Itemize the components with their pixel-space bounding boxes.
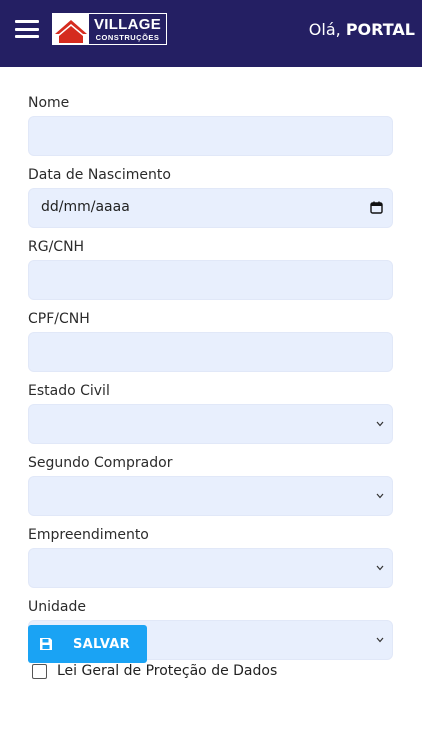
segundo-comprador-label: Segundo Comprador xyxy=(28,455,173,471)
save-button[interactable]: SALVAR xyxy=(28,625,147,663)
lgpd-label[interactable]: Lei Geral de Proteção de Dados xyxy=(57,663,277,679)
floppy-disk-icon xyxy=(40,638,52,650)
logo-title: VILLAGE xyxy=(93,15,162,33)
rg-input[interactable] xyxy=(28,260,393,300)
lgpd-checkbox[interactable] xyxy=(32,663,47,679)
nome-label: Nome xyxy=(28,95,70,111)
estado-civil-label: Estado Civil xyxy=(28,383,110,399)
chevron-down-icon xyxy=(376,637,384,643)
lgpd-row: Lei Geral de Proteção de Dados xyxy=(28,663,393,679)
logo-text: VILLAGE CONSTRUÇÕES xyxy=(89,14,166,44)
nome-input[interactable] xyxy=(28,116,393,156)
chevron-down-icon xyxy=(376,421,384,427)
buyer-form: Nome Data de Nascimento dd/mm/aaaa RG/CN… xyxy=(28,95,393,679)
data-nascimento-label: Data de Nascimento xyxy=(28,167,171,183)
logo-subtitle: CONSTRUÇÕES xyxy=(95,32,160,42)
cpf-label: CPF/CNH xyxy=(28,311,90,327)
chevron-down-icon xyxy=(376,493,384,499)
app-header: VILLAGE CONSTRUÇÕES Olá, PORTAL xyxy=(0,0,422,67)
calendar-icon[interactable] xyxy=(370,201,383,214)
estado-civil-select[interactable] xyxy=(28,404,393,444)
rg-label: RG/CNH xyxy=(28,239,85,255)
chevron-down-icon xyxy=(376,565,384,571)
empreendimento-label: Empreendimento xyxy=(28,527,149,543)
logo-house-icon xyxy=(53,14,89,44)
segundo-comprador-select[interactable] xyxy=(28,476,393,516)
hamburger-menu-icon[interactable] xyxy=(15,20,39,38)
unidade-label: Unidade xyxy=(28,599,86,615)
greeting-name: PORTAL xyxy=(345,20,415,39)
cpf-input[interactable] xyxy=(28,332,393,372)
greeting: Olá, PORTAL xyxy=(309,20,415,39)
date-placeholder: dd/mm/aaaa xyxy=(41,199,130,215)
save-label: SALVAR xyxy=(73,636,130,652)
village-logo[interactable]: VILLAGE CONSTRUÇÕES xyxy=(52,13,167,45)
data-nascimento-input[interactable]: dd/mm/aaaa xyxy=(28,188,393,228)
greeting-prefix: Olá, xyxy=(308,20,341,39)
empreendimento-select[interactable] xyxy=(28,548,393,588)
